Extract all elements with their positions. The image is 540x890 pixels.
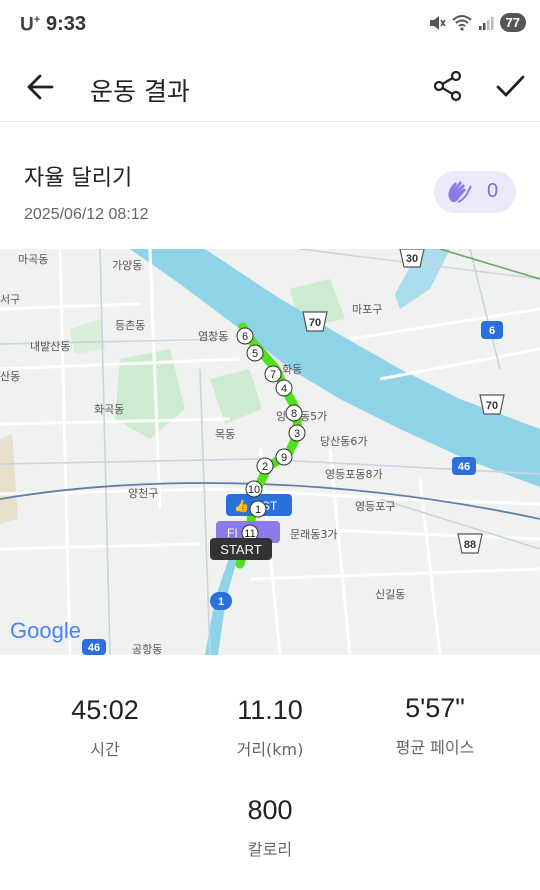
wifi-icon (451, 14, 472, 31)
map-label: 당산동6가 (320, 435, 367, 448)
svg-text:8: 8 (291, 408, 297, 420)
svg-text:START: START (220, 542, 261, 557)
map-label: 영등포구 (355, 500, 395, 513)
share-button[interactable] (430, 68, 466, 104)
highway-shield: 6 (481, 321, 503, 339)
mute-icon (429, 15, 446, 30)
svg-text:5: 5 (252, 348, 258, 360)
km-marker: 7 (264, 365, 282, 383)
highway-shield: 70 (302, 311, 328, 332)
km-marker: 10 (245, 480, 263, 498)
svg-text:46: 46 (458, 461, 470, 473)
carrier-label: U+ (20, 14, 41, 36)
map-label: 마곡동 (18, 253, 48, 266)
map-label: 가양동 (112, 259, 142, 272)
svg-text:10: 10 (248, 484, 260, 496)
map-label: 동5가 (300, 410, 327, 423)
map-label: 화동 (282, 363, 302, 376)
back-arrow-icon (27, 74, 54, 100)
clap-count: 0 (487, 180, 499, 202)
route-map[interactable]: 마곡동 가양동 서구 마포구 등촌동 내발산동 염창동 산동 화동 화곡동 잉 … (0, 249, 540, 655)
highway-shield: 46 (82, 639, 106, 655)
svg-text:1: 1 (218, 596, 224, 608)
calories-value: 800 (247, 795, 293, 825)
thumbs-up-icon: 👍 (234, 499, 249, 513)
distance-value: 11.10 (237, 695, 303, 725)
share-icon (433, 70, 462, 102)
time-label: 시간 (90, 740, 120, 759)
stat-calories: 800 칼로리 (180, 795, 360, 860)
svg-text:88: 88 (464, 539, 476, 551)
highway-shield: 30 (399, 249, 425, 268)
map-label: 공항동 (132, 643, 162, 655)
map-label: 내발산동 (30, 340, 70, 353)
status-icons: 77 (428, 13, 526, 32)
map-label: 양천구 (128, 486, 158, 500)
highway-shield: 88 (457, 533, 483, 554)
page-title: 운동 결과 (90, 77, 190, 106)
map-label: 영등포동8가 (325, 468, 383, 481)
confirm-button[interactable] (492, 68, 528, 104)
stat-time: 45:02 시간 (15, 695, 195, 760)
svg-text:46: 46 (88, 642, 100, 654)
svg-text:7: 7 (270, 369, 276, 381)
svg-text:2: 2 (262, 461, 268, 473)
google-logo: Google (10, 618, 81, 643)
map-label: 서구 (0, 293, 20, 306)
map-label: 잉 (276, 410, 286, 423)
stat-pace: 5'57" 평균 페이스 (345, 693, 525, 758)
signal-icon (478, 16, 494, 30)
status-bar: U+ 9:33 77 (0, 0, 540, 50)
clap-button[interactable]: 0 (434, 171, 516, 213)
pace-value: 5'57" (405, 693, 465, 723)
map-label: 신길동 (375, 588, 405, 601)
app-bar: 운동 결과 (0, 52, 540, 122)
svg-text:4: 4 (281, 383, 287, 395)
svg-text:9: 9 (281, 452, 287, 464)
map-label: 염창동 (198, 330, 228, 343)
time-value: 45:02 (71, 695, 139, 725)
svg-text:FI: FI (227, 526, 238, 540)
map-label: 등촌동 (115, 319, 145, 332)
svg-text:6: 6 (242, 331, 248, 343)
run-title: 자율 달리기 (24, 166, 133, 191)
svg-text:1: 1 (255, 504, 261, 516)
stats-panel: 45:02 시간 11.10 거리(km) 5'57" 평균 페이스 800 칼… (0, 655, 540, 890)
svg-text:30: 30 (406, 253, 418, 265)
svg-text:70: 70 (486, 400, 498, 412)
check-icon (496, 75, 525, 97)
map-label: 목동 (215, 428, 235, 441)
clap-hands-icon (448, 181, 472, 203)
km-marker: 2 (256, 457, 274, 475)
map-label: 화곡동 (94, 403, 124, 416)
map-canvas: 마곡동 가양동 서구 마포구 등촌동 내발산동 염창동 산동 화동 화곡동 잉 … (0, 249, 540, 655)
km-marker: 8 (285, 404, 303, 422)
highway-shield: 46 (452, 457, 476, 475)
status-time: 9:33 (46, 13, 87, 35)
highway-shield: 1 (210, 592, 232, 610)
highway-shield: 70 (479, 394, 505, 415)
svg-text:6: 6 (489, 325, 495, 337)
km-marker: 6 (236, 327, 254, 345)
run-date: 2025/06/12 08:12 (24, 206, 149, 223)
km-marker: 9 (275, 448, 293, 466)
distance-label: 거리(km) (236, 740, 304, 759)
map-label: 산동 (0, 370, 20, 383)
km-marker: 1 (249, 500, 267, 518)
calories-label: 칼로리 (247, 840, 293, 859)
battery-badge: 77 (499, 13, 526, 32)
map-label: 문래동3가 (290, 528, 337, 541)
km-marker: 3 (288, 424, 306, 442)
back-button[interactable] (22, 70, 62, 104)
svg-text:70: 70 (309, 317, 321, 329)
pace-label: 평균 페이스 (395, 738, 475, 757)
map-label: 마포구 (352, 303, 382, 316)
km-marker: 5 (246, 344, 264, 362)
km-marker: 4 (275, 379, 293, 397)
svg-text:3: 3 (294, 428, 300, 440)
stat-distance: 11.10 거리(km) (180, 695, 360, 760)
